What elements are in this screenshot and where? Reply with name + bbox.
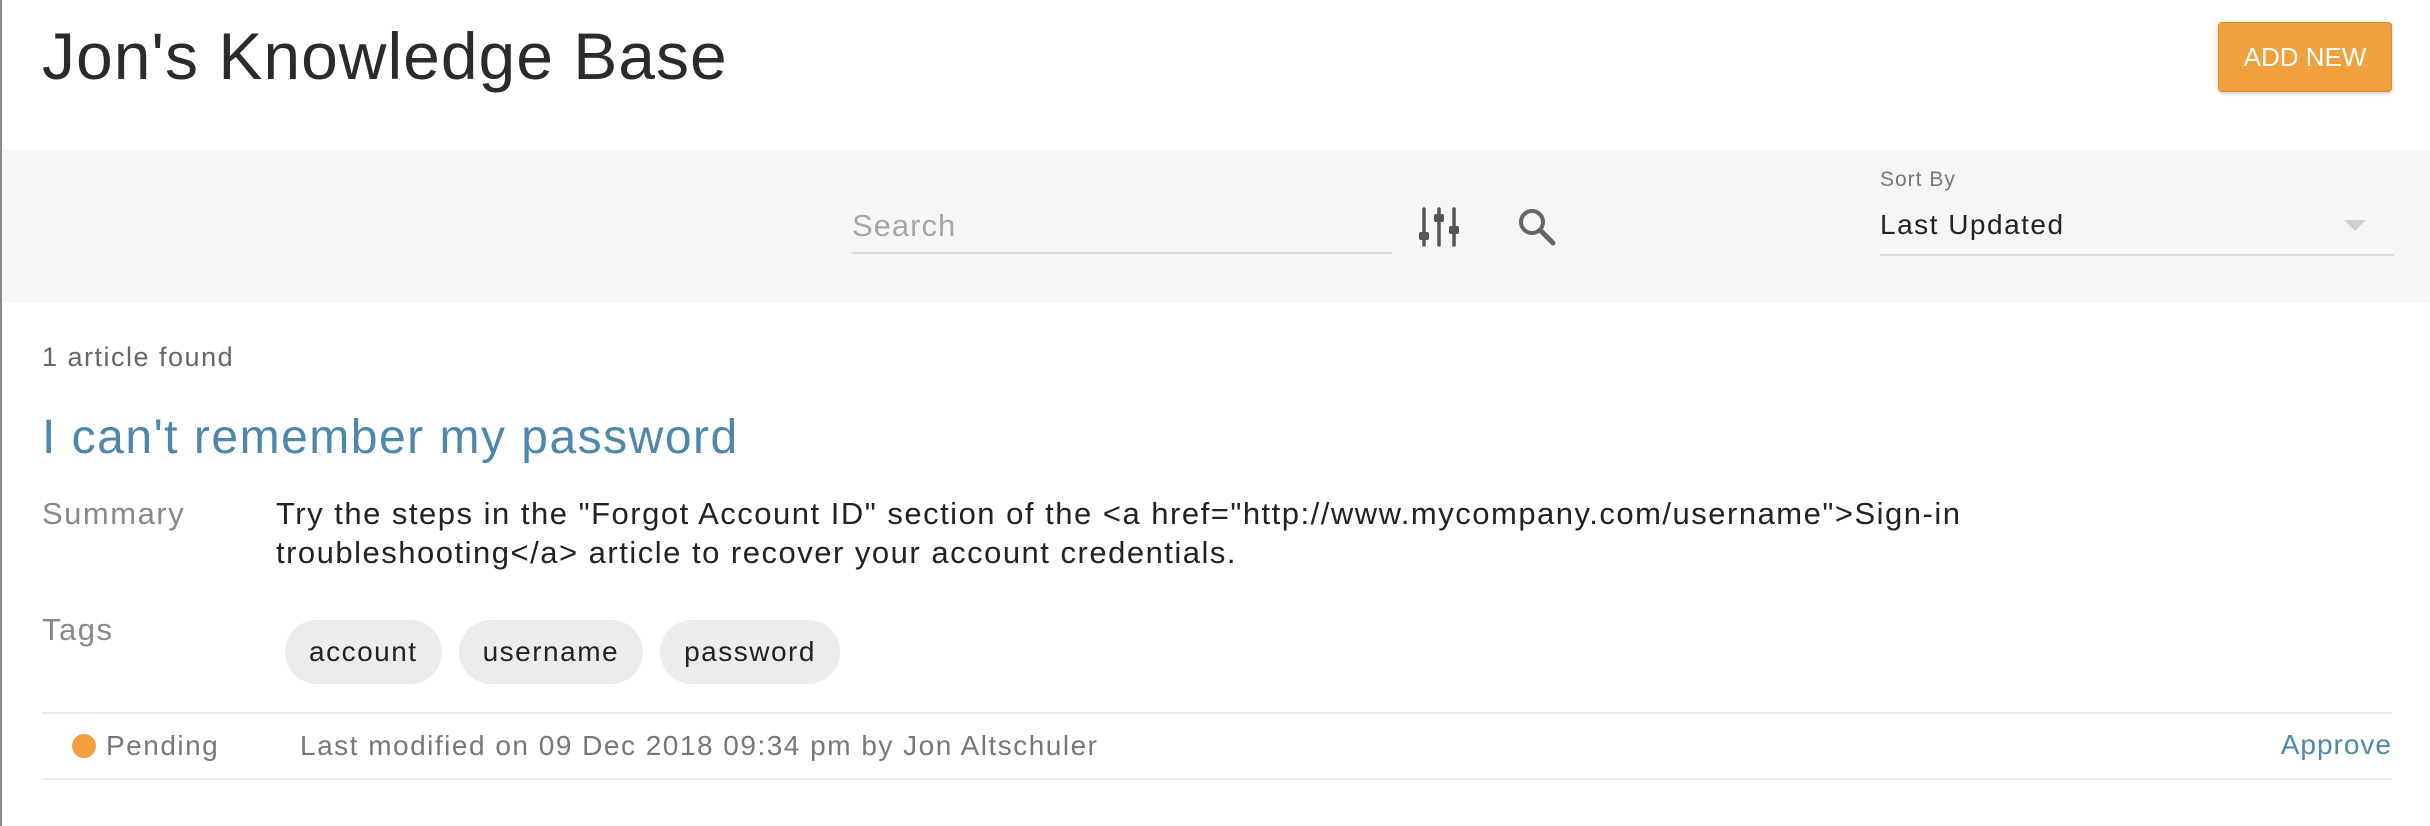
search-icon[interactable] [1516, 206, 1558, 248]
sort-by-value: Last Updated [1880, 209, 2065, 240]
result-count: 1 article found [42, 342, 235, 372]
article-summary: Try the steps in the "Forgot Account ID"… [276, 496, 1962, 570]
window-edge [0, 0, 2, 826]
page-title: Jon's Knowledge Base [42, 19, 728, 93]
dropdown-arrow-icon [2344, 220, 2366, 231]
pending-status-dot-icon [72, 734, 96, 758]
status-text: Pending [106, 730, 220, 761]
sort-by-select[interactable]: Last Updated [1880, 204, 2394, 256]
tags-label: Tags [42, 612, 114, 647]
sort-by-label: Sort By [1880, 168, 1956, 191]
add-new-button[interactable]: ADD NEW [2218, 22, 2392, 92]
article-title-link[interactable]: I can't remember my password [42, 410, 739, 465]
tag-chip[interactable]: username [458, 620, 644, 684]
article-status-bar: Pending Last modified on 09 Dec 2018 09:… [42, 712, 2392, 780]
tag-chip[interactable]: password [660, 620, 840, 684]
approve-link[interactable]: Approve [2281, 729, 2392, 761]
search-toolbar: Sort By Last Updated [2, 150, 2430, 302]
search-input[interactable] [852, 200, 1392, 254]
sliders-icon[interactable] [1416, 206, 1462, 248]
summary-label: Summary [42, 496, 186, 531]
tag-chip[interactable]: account [285, 620, 442, 684]
last-modified-text: Last modified on 09 Dec 2018 09:34 pm by… [300, 730, 1099, 761]
tag-list: account username password [285, 620, 840, 684]
